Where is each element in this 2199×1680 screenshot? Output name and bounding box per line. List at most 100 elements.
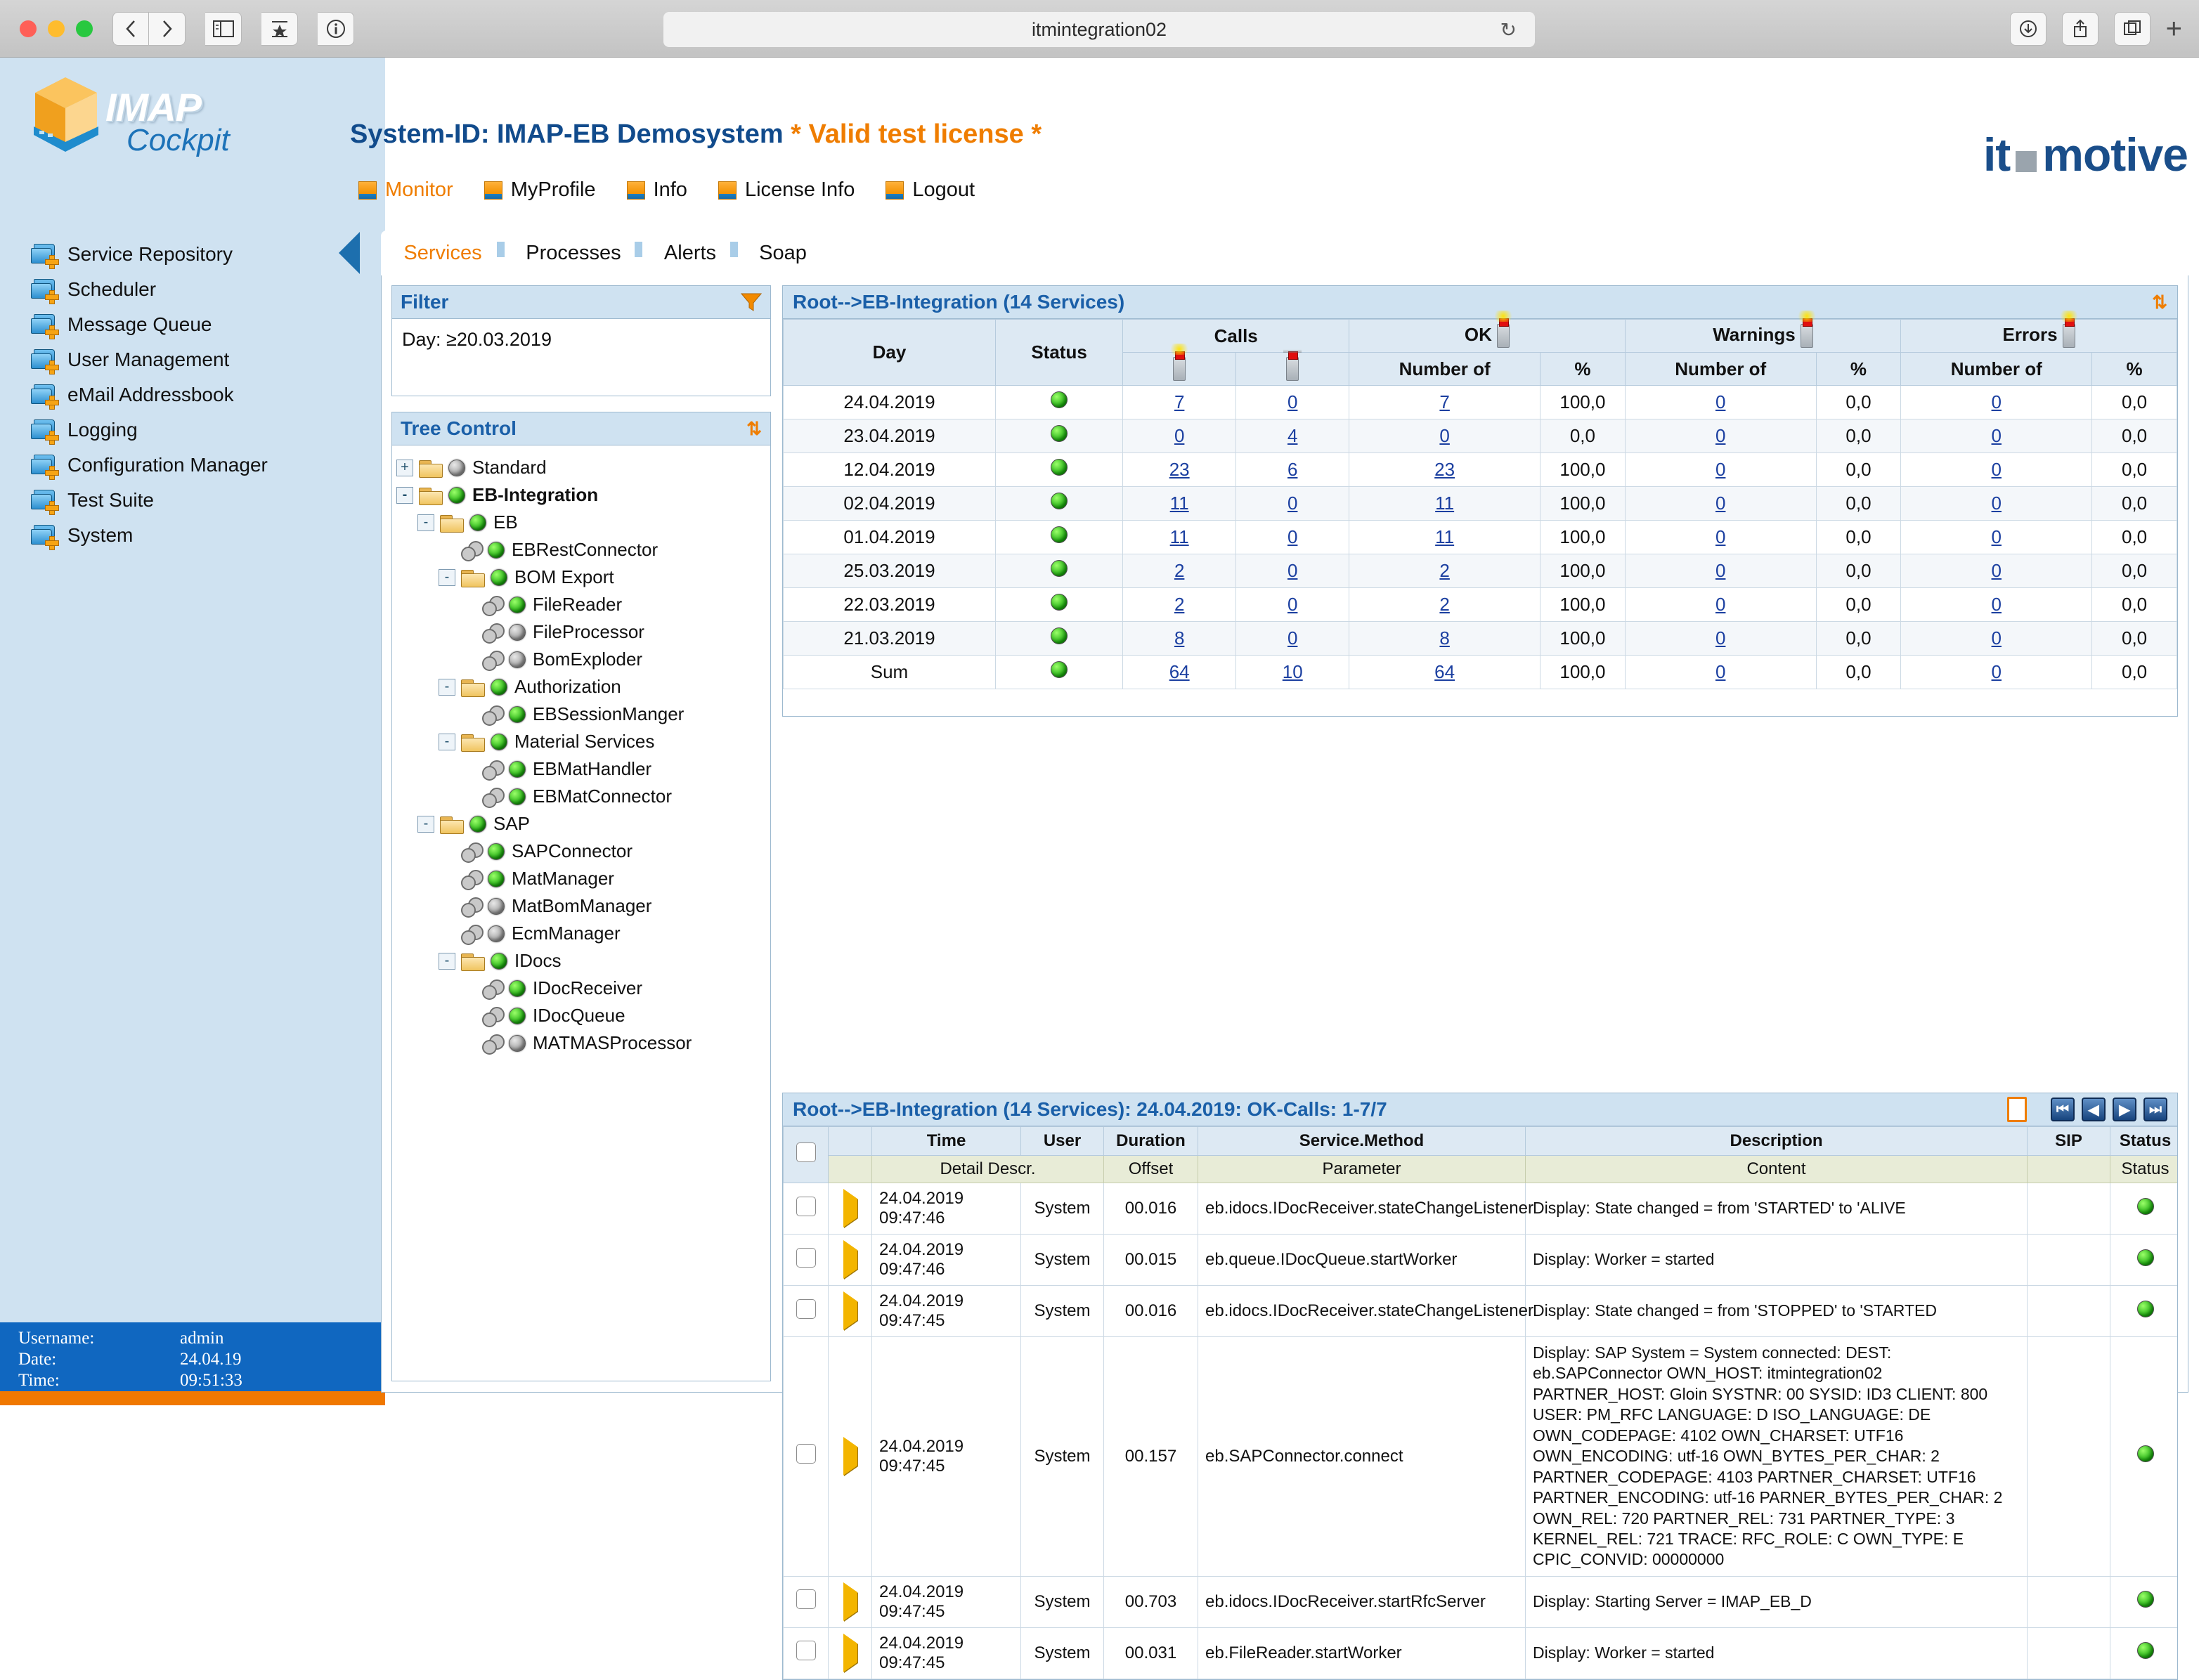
warn-count-link[interactable]: 0 xyxy=(1715,594,1725,615)
tree-node-eb-integration[interactable]: - EB-Integration xyxy=(396,481,766,509)
th-select-all[interactable] xyxy=(783,1126,829,1183)
cell-err[interactable]: 0 xyxy=(1900,655,2093,690)
tree-node-material-services[interactable]: - Material Services xyxy=(396,728,766,755)
tree-node-fileprocessor[interactable]: FileProcessor xyxy=(396,618,766,646)
th-calls[interactable]: Calls xyxy=(1122,318,1350,353)
th-status[interactable]: Status xyxy=(2110,1126,2177,1156)
cell-warn[interactable]: 0 xyxy=(1624,419,1817,454)
calls-lit-link[interactable]: 8 xyxy=(1174,627,1184,649)
expand-row-triangle-icon[interactable] xyxy=(843,1189,857,1228)
tree-expander-collapse-icon[interactable]: - xyxy=(417,514,434,531)
row-checkbox[interactable] xyxy=(796,1298,816,1319)
download-icon[interactable] xyxy=(2009,12,2046,46)
tab-processes[interactable]: Processes xyxy=(505,230,642,275)
top-menu-item-myprofile[interactable]: MyProfile xyxy=(484,178,596,202)
calls-off-link[interactable]: 4 xyxy=(1287,425,1297,446)
tab-soap[interactable]: Soap xyxy=(738,230,828,275)
ok-count-link[interactable]: 2 xyxy=(1439,560,1449,581)
calls-lit-link[interactable]: 2 xyxy=(1174,594,1184,615)
tree-node-bom-export[interactable]: - BOM Export xyxy=(396,564,766,591)
cell-calls-off[interactable]: 0 xyxy=(1235,587,1350,623)
ok-count-link[interactable]: 11 xyxy=(1435,526,1454,547)
th-day[interactable]: Day xyxy=(783,318,996,386)
cell-expand[interactable] xyxy=(828,1183,872,1235)
tree-node-ebrestconnector[interactable]: EBRestConnector xyxy=(396,536,766,564)
warn-count-link[interactable]: 0 xyxy=(1715,661,1725,682)
tree-expander-collapse-icon[interactable]: - xyxy=(417,815,434,833)
warn-count-link[interactable]: 0 xyxy=(1715,459,1725,480)
collapse-sidebar-arrow-icon[interactable] xyxy=(339,232,360,274)
minimize-window-button[interactable] xyxy=(48,20,65,37)
cell-ok[interactable]: 11 xyxy=(1349,520,1541,555)
tree-node-idocqueue[interactable]: IDocQueue xyxy=(396,1002,766,1029)
sidebar-item-message-queue[interactable]: Message Queue xyxy=(31,307,361,342)
err-count-link[interactable]: 0 xyxy=(1992,425,2002,446)
cell-row-checkbox[interactable] xyxy=(783,1627,829,1679)
top-menu-item-license-info[interactable]: License Info xyxy=(718,178,855,202)
cell-row-checkbox[interactable] xyxy=(783,1336,829,1577)
cell-calls-lit[interactable]: 11 xyxy=(1122,520,1237,555)
tree-node-idocreceiver[interactable]: IDocReceiver xyxy=(396,975,766,1002)
expand-row-triangle-icon[interactable] xyxy=(843,1291,857,1330)
th-description[interactable]: Description xyxy=(1525,1126,2028,1156)
calls-off-link[interactable]: 0 xyxy=(1287,560,1297,581)
tree-node-matmanager[interactable]: MatManager xyxy=(396,865,766,892)
cell-err[interactable]: 0 xyxy=(1900,419,2093,454)
cell-calls-off[interactable]: 10 xyxy=(1235,655,1350,690)
err-count-link[interactable]: 0 xyxy=(1992,627,2002,649)
cell-warn[interactable]: 0 xyxy=(1624,554,1817,589)
back-button[interactable] xyxy=(112,11,149,46)
cell-calls-off[interactable]: 6 xyxy=(1235,452,1350,488)
cell-warn[interactable]: 0 xyxy=(1624,486,1817,521)
expand-row-triangle-icon[interactable] xyxy=(843,1436,857,1476)
cell-calls-lit[interactable]: 7 xyxy=(1122,385,1237,420)
cell-expand[interactable] xyxy=(828,1575,872,1628)
warn-count-link[interactable]: 0 xyxy=(1715,391,1725,412)
cell-calls-lit[interactable]: 11 xyxy=(1122,486,1237,521)
calls-lit-link[interactable]: 23 xyxy=(1169,459,1190,480)
warn-count-link[interactable]: 0 xyxy=(1715,493,1725,514)
sidebar-icon[interactable] xyxy=(205,11,242,46)
cell-err[interactable]: 0 xyxy=(1900,486,2093,521)
th2-detail-descr[interactable]: Detail Descr. xyxy=(871,1155,1104,1183)
cell-warn[interactable]: 0 xyxy=(1624,587,1817,623)
th2-offset[interactable]: Offset xyxy=(1103,1155,1198,1183)
sidebar-item-email-addressbook[interactable]: eMail Addressbook xyxy=(31,377,361,412)
tree-node-ecmmanager[interactable]: EcmManager xyxy=(396,920,766,947)
cell-calls-lit[interactable]: 23 xyxy=(1122,452,1237,488)
ok-count-link[interactable]: 7 xyxy=(1439,391,1449,412)
last-page-icon[interactable]: ⏭ xyxy=(2143,1098,2167,1121)
err-count-link[interactable]: 0 xyxy=(1992,526,2002,547)
ok-count-link[interactable]: 8 xyxy=(1439,627,1449,649)
cell-ok[interactable]: 2 xyxy=(1349,587,1541,623)
ok-count-link[interactable]: 0 xyxy=(1439,425,1449,446)
first-page-icon[interactable]: ⏮ xyxy=(2051,1098,2075,1121)
tree-node-standard[interactable]: + Standard xyxy=(396,454,766,481)
row-checkbox[interactable] xyxy=(796,1641,816,1661)
cell-err[interactable]: 0 xyxy=(1900,554,2093,589)
top-menu-item-monitor[interactable]: Monitor xyxy=(358,178,453,202)
sidebar-item-user-management[interactable]: User Management xyxy=(31,342,361,377)
row-checkbox[interactable] xyxy=(796,1247,816,1268)
select-all-checkbox[interactable] xyxy=(796,1142,816,1162)
prev-page-icon[interactable]: ◀ xyxy=(2082,1098,2106,1121)
calls-lit-link[interactable]: 64 xyxy=(1169,661,1190,682)
cell-err[interactable]: 0 xyxy=(1900,385,2093,420)
sidebar-item-test-suite[interactable]: Test Suite xyxy=(31,483,361,518)
forward-button[interactable] xyxy=(149,11,186,46)
calls-off-link[interactable]: 0 xyxy=(1287,391,1297,412)
next-page-icon[interactable]: ▶ xyxy=(2113,1098,2136,1121)
tree-node-ebsessionmanger[interactable]: EBSessionManger xyxy=(396,701,766,728)
th-calls-off[interactable] xyxy=(1235,344,1350,386)
th-status[interactable]: Status xyxy=(994,318,1124,386)
err-count-link[interactable]: 0 xyxy=(1992,493,2002,514)
cell-ok[interactable]: 64 xyxy=(1349,655,1541,690)
warn-count-link[interactable]: 0 xyxy=(1715,560,1725,581)
tree-node-filereader[interactable]: FileReader xyxy=(396,591,766,618)
sidebar-item-system[interactable]: System xyxy=(31,518,361,553)
cell-calls-off[interactable]: 4 xyxy=(1235,419,1350,454)
cell-err[interactable]: 0 xyxy=(1900,587,2093,623)
cell-calls-off[interactable]: 0 xyxy=(1235,486,1350,521)
expand-row-triangle-icon[interactable] xyxy=(843,1582,857,1621)
cell-err[interactable]: 0 xyxy=(1900,621,2093,656)
